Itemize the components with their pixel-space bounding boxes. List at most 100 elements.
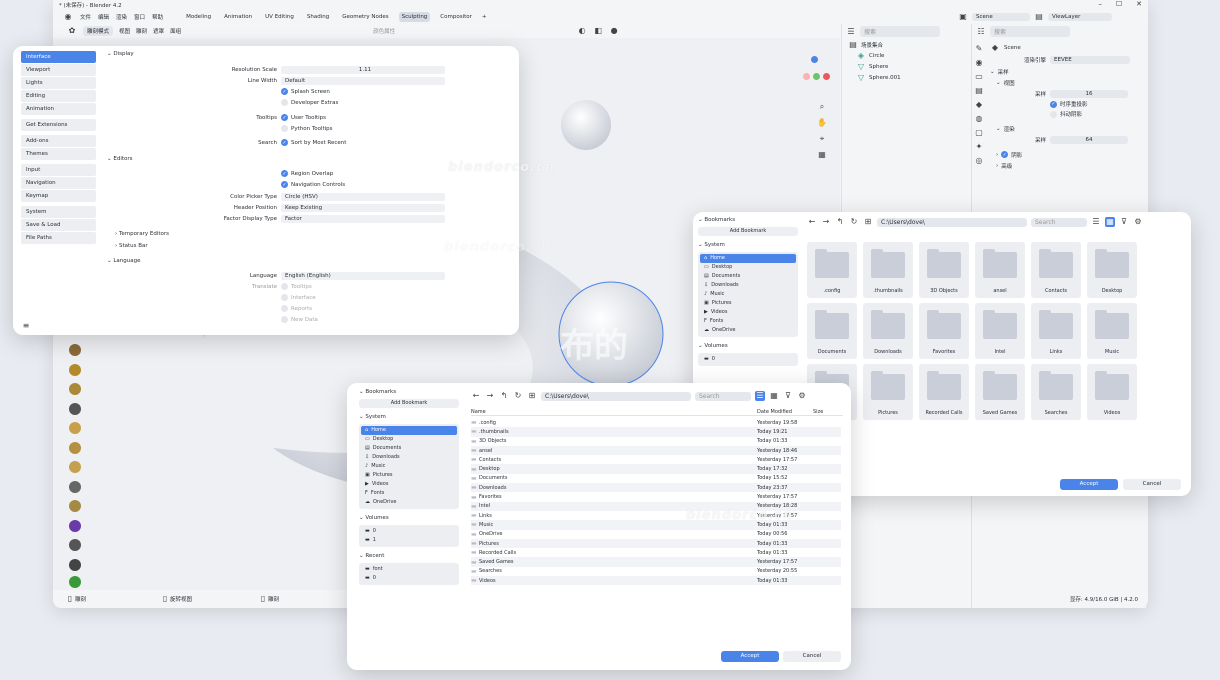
prefs-tab-save-load[interactable]: Save & Load	[21, 219, 96, 231]
scene-icon[interactable]: ▣	[958, 12, 968, 22]
outliner-item-circle[interactable]: Circle	[869, 53, 884, 59]
chevron-down-icon[interactable]: ⌄	[996, 126, 1001, 132]
prefs-tab-lights[interactable]: Lights	[21, 77, 96, 89]
physics-tab-icon[interactable]: ◎	[974, 156, 984, 166]
outliner-search[interactable]: 搜索	[860, 26, 940, 37]
folder-tile[interactable]: ansel	[975, 242, 1025, 298]
folder-tile[interactable]: .config	[807, 242, 857, 298]
scene-selector[interactable]: Scene	[972, 13, 1030, 21]
tab-geometry-nodes[interactable]: Geometry Nodes	[339, 12, 391, 22]
parent-dir-icon[interactable]: ↰	[835, 217, 845, 227]
overlay-icon[interactable]: ◐	[577, 26, 587, 36]
prefs-tab-viewport[interactable]: Viewport	[21, 64, 96, 76]
sidebar-item-onedrive[interactable]: ☁ OneDrive	[361, 498, 457, 507]
sidebar-item-videos[interactable]: ▶ Videos	[361, 480, 457, 489]
forward-arrow-icon[interactable]: →	[821, 217, 831, 227]
dev-extras-checkbox[interactable]	[281, 99, 288, 106]
cancel-button[interactable]: Cancel	[783, 651, 841, 662]
add-bookmark-button[interactable]: Add Bookmark	[359, 399, 459, 408]
folder-tile[interactable]: Music	[1087, 303, 1137, 359]
folder-tile[interactable]: Pictures	[863, 364, 913, 420]
xray-icon[interactable]: ◧	[593, 26, 603, 36]
output-tab-icon[interactable]: ▭	[974, 72, 984, 82]
menu-view[interactable]: 视图	[119, 27, 130, 35]
status-bar-header[interactable]: › Status Bar	[115, 243, 148, 249]
refresh-icon[interactable]: ↻	[513, 391, 523, 401]
menu-window[interactable]: 窗口	[134, 13, 145, 21]
tool-mask-icon[interactable]	[69, 559, 81, 571]
tool-pose-icon[interactable]	[69, 520, 81, 532]
region-overlap-checkbox[interactable]: ✓	[281, 170, 288, 177]
table-row[interactable]: ▬ Videos Today 01:33	[471, 576, 841, 586]
shadows-checkbox[interactable]: ✓	[1001, 151, 1009, 158]
prefs-tab-file-paths[interactable]: File Paths	[21, 232, 96, 244]
viewlayer-icon[interactable]: ▤	[1034, 12, 1044, 22]
list-item[interactable]: ▬ 0	[361, 527, 457, 536]
editors-section-header[interactable]: ⌄ Editors	[107, 156, 133, 162]
tr-interface-checkbox[interactable]	[281, 294, 288, 301]
menu-mask[interactable]: 遮罩	[153, 27, 164, 35]
table-row[interactable]: ▬ Downloads Today 23:37	[471, 483, 841, 493]
add-workspace-button[interactable]: +	[482, 14, 487, 20]
object-tab-icon[interactable]: ▢	[974, 128, 984, 138]
navigation-gizmo[interactable]	[793, 56, 833, 106]
tool-tab-icon[interactable]: ✎	[974, 44, 984, 54]
close-icon[interactable]: ✕	[1136, 0, 1142, 8]
menu-face-sets[interactable]: 面组	[170, 27, 181, 35]
sidebar-item-music[interactable]: ♪ Music	[700, 290, 796, 299]
filter-icon[interactable]: ⊽	[1119, 217, 1129, 227]
forward-arrow-icon[interactable]: →	[485, 391, 495, 401]
prefs-tab-system[interactable]: System	[21, 206, 96, 218]
sidebar-item-downloads[interactable]: ⇩ Downloads	[361, 453, 457, 462]
table-row[interactable]: ▬ Favorites Yesterday 17:57	[471, 492, 841, 501]
chevron-down-icon[interactable]: ⌄	[990, 69, 995, 75]
tool-brush-icon[interactable]	[69, 344, 81, 356]
list-item[interactable]: ▬ 1	[361, 536, 457, 545]
user-tooltips-checkbox[interactable]: ✓	[281, 114, 288, 121]
folder-tile[interactable]: Saved Games	[975, 364, 1025, 420]
sidebar-item-documents[interactable]: ▤ Documents	[700, 272, 796, 281]
jitter-checkbox[interactable]	[1050, 110, 1057, 118]
menu-help[interactable]: 帮助	[152, 13, 163, 21]
back-arrow-icon[interactable]: ←	[807, 217, 817, 227]
prefs-tab-get-extensions[interactable]: Get Extensions	[21, 119, 96, 131]
modifier-tab-icon[interactable]: ✦	[974, 142, 984, 152]
folder-tile[interactable]: Contacts	[1031, 242, 1081, 298]
render-engine-select[interactable]: EEVEE	[1050, 56, 1130, 64]
prefs-tab-editing[interactable]: Editing	[21, 90, 96, 102]
cancel-button[interactable]: Cancel	[1123, 479, 1181, 490]
table-row[interactable]: ▬ Documents Today 15:52	[471, 474, 841, 483]
world-tab-icon[interactable]: ◍	[974, 114, 984, 124]
file-search-field[interactable]: Search	[695, 391, 751, 401]
sidebar-item-documents[interactable]: ▤ Documents	[361, 444, 457, 453]
view-list-icon[interactable]: ☰	[755, 391, 765, 401]
back-arrow-icon[interactable]: ←	[471, 391, 481, 401]
prefs-tab-animation[interactable]: Animation	[21, 103, 96, 115]
filter-icon[interactable]: ⊽	[783, 391, 793, 401]
tool-annotate-icon[interactable]	[69, 576, 81, 588]
settings-gear-icon[interactable]: ⚙	[1133, 217, 1143, 227]
table-row[interactable]: ▬ Contacts Yesterday 17:57	[471, 455, 841, 464]
prefs-tab-input[interactable]: Input	[21, 164, 96, 176]
blender-logo-icon[interactable]: ◉	[63, 12, 73, 22]
sidebar-item-music[interactable]: ♪ Music	[361, 462, 457, 471]
tool-clay-icon[interactable]	[69, 364, 81, 376]
viewport-sampling-header[interactable]: 视图	[1004, 79, 1015, 87]
list-item[interactable]: ▬ 0	[361, 574, 457, 583]
path-field[interactable]: C:\Users\dove\	[541, 391, 691, 401]
shadows-header[interactable]: 阴影	[1011, 151, 1022, 159]
tab-uv-editing[interactable]: UV Editing	[262, 12, 297, 22]
outliner-filter-icon[interactable]: ☰	[846, 27, 856, 37]
col-size-header[interactable]: Size	[813, 409, 823, 415]
view-grid-icon[interactable]: ▦	[769, 391, 779, 401]
display-section-header[interactable]: ⌄ Display	[107, 51, 134, 57]
sidebar-item-fonts[interactable]: F Fonts	[700, 317, 796, 326]
sidebar-item-pictures[interactable]: ▣ Pictures	[361, 471, 457, 480]
prefs-tab-themes[interactable]: Themes	[21, 148, 96, 160]
hamburger-menu-icon[interactable]: ≡	[21, 321, 31, 331]
prefs-tab-keymap[interactable]: Keymap	[21, 190, 96, 202]
settings-gear-icon[interactable]: ⚙	[797, 391, 807, 401]
refresh-icon[interactable]: ↻	[849, 217, 859, 227]
volumes-header[interactable]: ⌄ Volumes	[698, 343, 798, 349]
sidebar-item-desktop[interactable]: ▭ Desktop	[700, 263, 796, 272]
